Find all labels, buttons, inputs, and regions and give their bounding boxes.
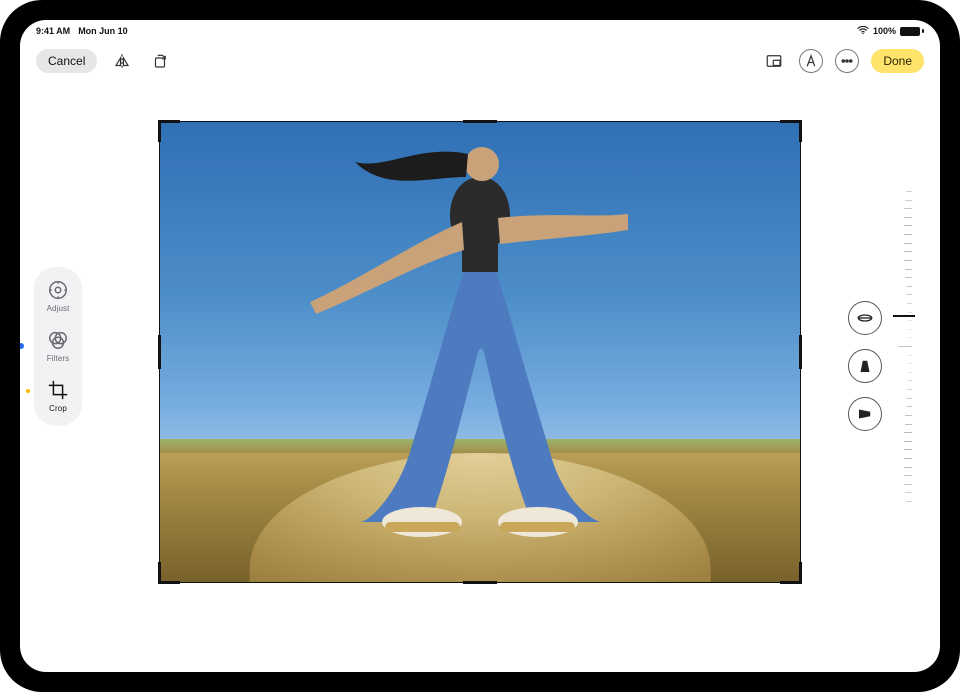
crop-icon bbox=[47, 379, 69, 401]
edit-mode-sidebar: Adjust Filters Crop bbox=[34, 267, 82, 425]
crop-handle-bottom[interactable] bbox=[463, 581, 497, 584]
wifi-icon bbox=[857, 26, 869, 37]
straighten-controls bbox=[848, 191, 912, 501]
device-bezel: 9:41 AM Mon Jun 10 100% Cancel bbox=[0, 0, 960, 692]
crop-handle-top-left[interactable] bbox=[158, 120, 180, 142]
crop-handle-top[interactable] bbox=[463, 120, 497, 123]
crop-handle-bottom-left[interactable] bbox=[158, 562, 180, 584]
adjust-label: Adjust bbox=[47, 304, 70, 313]
editor-toolbar: Cancel Done bbox=[20, 42, 940, 80]
crop-handle-left[interactable] bbox=[158, 335, 161, 369]
crop-label: Crop bbox=[49, 404, 67, 413]
crop-handle-bottom-right[interactable] bbox=[780, 562, 802, 584]
done-button[interactable]: Done bbox=[871, 49, 924, 73]
status-bar: 9:41 AM Mon Jun 10 100% bbox=[20, 20, 940, 40]
markup-icon[interactable] bbox=[799, 49, 823, 73]
photo-subject bbox=[160, 122, 800, 582]
straighten-dial[interactable] bbox=[892, 191, 912, 501]
crop-handle-right[interactable] bbox=[799, 335, 802, 369]
flip-horizontal-icon[interactable] bbox=[109, 48, 135, 74]
rotate-icon[interactable] bbox=[147, 48, 173, 74]
filters-icon bbox=[47, 329, 69, 351]
crop-handle-top-right[interactable] bbox=[780, 120, 802, 142]
horizontal-perspective-button[interactable] bbox=[848, 397, 882, 431]
straighten-icon bbox=[856, 309, 874, 327]
status-time: 9:41 AM bbox=[36, 26, 70, 36]
photo-preview bbox=[160, 122, 800, 582]
screen: 9:41 AM Mon Jun 10 100% Cancel bbox=[20, 20, 940, 672]
filters-label: Filters bbox=[47, 354, 69, 363]
sidebar-item-adjust[interactable]: Adjust bbox=[34, 279, 82, 313]
dial-pointer[interactable] bbox=[893, 315, 915, 317]
sidebar-item-crop[interactable]: Crop bbox=[34, 379, 82, 413]
more-icon[interactable] bbox=[835, 49, 859, 73]
canvas bbox=[140, 92, 820, 612]
adjust-icon bbox=[47, 279, 69, 301]
crop-frame[interactable] bbox=[160, 122, 800, 582]
vertical-perspective-button[interactable] bbox=[848, 349, 882, 383]
aspect-ratio-icon[interactable] bbox=[761, 48, 787, 74]
status-date: Mon Jun 10 bbox=[78, 26, 128, 36]
vertical-perspective-icon bbox=[856, 357, 874, 375]
cancel-button[interactable]: Cancel bbox=[36, 49, 97, 73]
sidebar-item-filters[interactable]: Filters bbox=[34, 329, 82, 363]
straighten-button[interactable] bbox=[848, 301, 882, 335]
selection-indicator bbox=[20, 343, 24, 349]
battery-percent: 100% bbox=[873, 26, 896, 36]
horizontal-perspective-icon bbox=[856, 405, 874, 423]
battery-icon bbox=[900, 27, 924, 36]
